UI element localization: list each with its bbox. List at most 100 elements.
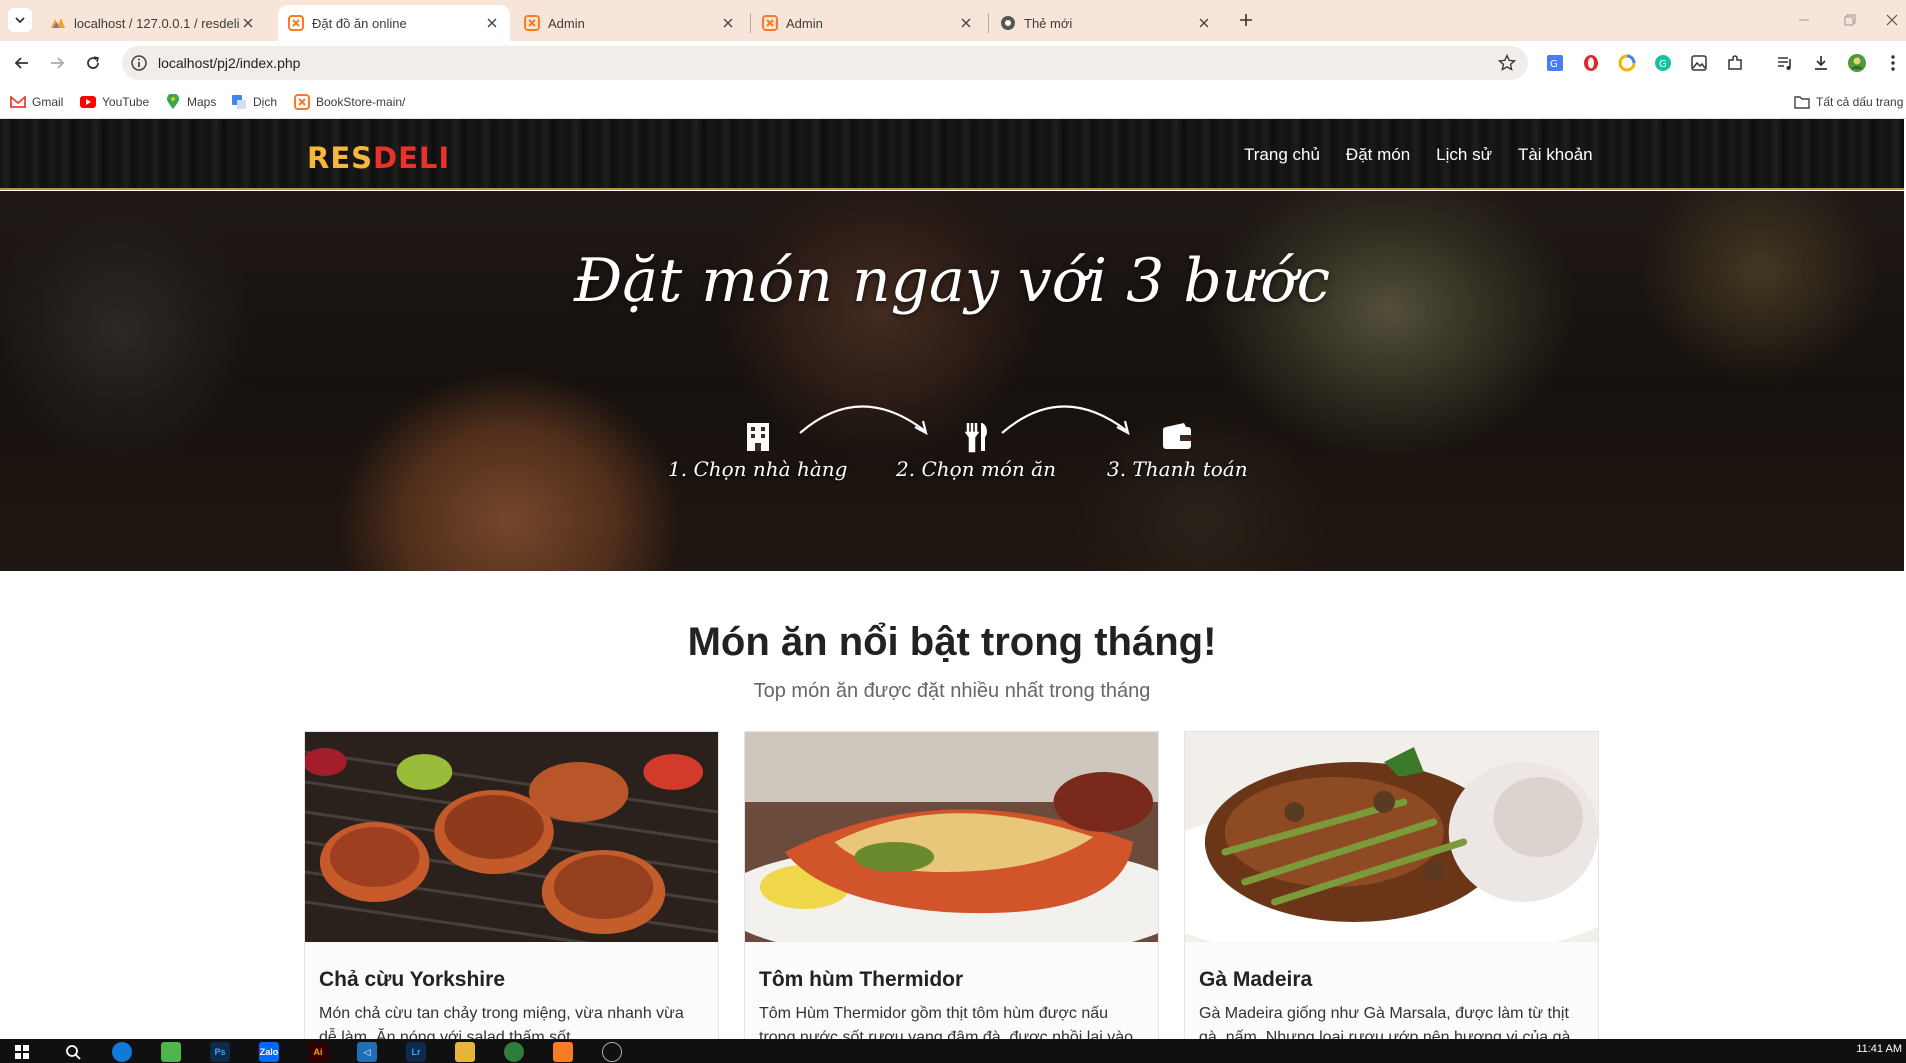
downloads-icon[interactable]	[1811, 53, 1831, 73]
forward-button[interactable]	[45, 51, 69, 75]
illustrator-icon[interactable]: Ai	[308, 1042, 328, 1062]
bookmark-star-icon[interactable]	[1498, 54, 1516, 72]
close-tab-button[interactable]	[720, 15, 736, 31]
close-icon	[961, 18, 971, 28]
back-button[interactable]	[10, 51, 34, 75]
address-bar[interactable]: localhost/pj2/index.php	[122, 46, 1528, 80]
dish-name: Gà Madeira	[1199, 968, 1313, 991]
arrow-right-icon	[51, 57, 65, 69]
translate-icon	[231, 94, 247, 110]
more-menu-icon[interactable]	[1883, 53, 1903, 73]
tab-label: Admin	[548, 15, 585, 31]
utensils-icon	[964, 423, 987, 453]
nav-order-link[interactable]: Đặt món	[1346, 145, 1410, 165]
lightroom-icon[interactable]: Lr	[406, 1042, 426, 1062]
bookmark-bookstore[interactable]: BookStore-main/	[294, 93, 405, 111]
taskbar-clock[interactable]: 11:41 AM	[1856, 1043, 1902, 1055]
google-translate-extension-icon[interactable]: G	[1545, 53, 1565, 73]
tab-separator	[988, 13, 989, 33]
all-bookmarks-button[interactable]: Tất cả dấu trang	[1794, 93, 1903, 111]
chrome-icon	[1001, 16, 1015, 30]
tab-label: Đặt đồ ăn online	[312, 15, 407, 31]
site-info-icon[interactable]	[130, 54, 148, 72]
reload-icon	[87, 56, 99, 69]
windows-start-icon[interactable]	[12, 1042, 32, 1062]
bookmark-youtube[interactable]: YouTube	[80, 93, 149, 111]
windows-taskbar: Ps Zalo Ai ◁ Lr 11:41 AM	[0, 1039, 1906, 1063]
dish-card[interactable]: Chả cừu Yorkshire Món chả cừu tan chảy t…	[304, 731, 719, 1041]
tab-admin-1[interactable]: Admin	[514, 5, 746, 41]
restore-button[interactable]	[1840, 10, 1860, 30]
dish-description: Tôm Hùm Thermidor gồm thịt tôm hùm được …	[759, 1005, 1134, 1041]
step-payment: 3. Thanh toán	[1107, 421, 1248, 481]
nav-history-link[interactable]: Lịch sử	[1436, 145, 1492, 165]
vscode-icon[interactable]: ◁	[357, 1042, 377, 1062]
bookmarks-bar: Gmail YouTube Maps Dịch BookStore-main/ …	[0, 85, 1906, 119]
image-extension-icon[interactable]	[1689, 53, 1709, 73]
dish-description: Món chả cừu tan chảy trong miệng, vừa nh…	[319, 1005, 684, 1041]
featured-section-subtitle: Top món ăn được đặt nhiều nhất trong thá…	[753, 680, 1151, 702]
tab-phpmyadmin[interactable]: localhost / 127.0.0.1 / resdeli / ...	[40, 5, 266, 41]
new-tab-button[interactable]	[1234, 8, 1258, 32]
bookmark-label: YouTube	[102, 95, 150, 109]
dish-card[interactable]: Tôm hùm Thermidor Tôm Hùm Thermidor gồm …	[744, 731, 1159, 1041]
phpmyadmin-icon	[51, 18, 65, 28]
maps-icon	[165, 94, 181, 110]
dish-image[interactable]	[1185, 732, 1598, 962]
nav-home-link[interactable]: Trang chủ	[1244, 145, 1320, 165]
xampp-icon	[524, 15, 540, 31]
close-tab-button[interactable]	[484, 15, 500, 31]
clock-app-icon[interactable]	[602, 1042, 622, 1062]
close-tab-button[interactable]	[958, 15, 974, 31]
dish-description: Gà Madeira giống như Gà Marsala, được là…	[1199, 1005, 1571, 1041]
bookmark-maps[interactable]: Maps	[165, 93, 216, 111]
tab-search-button[interactable]	[8, 8, 32, 32]
reload-button[interactable]	[81, 51, 105, 75]
photoshop-icon[interactable]: Ps	[210, 1042, 230, 1062]
search-icon[interactable]	[63, 1042, 83, 1062]
nav-account-link[interactable]: Tài khoản	[1518, 145, 1593, 165]
dish-image[interactable]	[745, 732, 1158, 962]
extensions-puzzle-icon[interactable]	[1725, 53, 1745, 73]
bookmark-label: Maps	[187, 95, 217, 109]
close-tab-button[interactable]	[1196, 15, 1212, 31]
plus-icon	[1240, 14, 1252, 26]
svg-text:G: G	[1550, 59, 1558, 70]
zalo-icon[interactable]: Zalo	[259, 1042, 279, 1062]
dish-image[interactable]	[305, 732, 718, 964]
opera-extension-icon[interactable]	[1581, 53, 1601, 73]
close-icon	[723, 18, 733, 28]
edge-icon[interactable]	[112, 1042, 132, 1062]
building-icon	[746, 423, 769, 451]
bookmark-label: BookStore-main/	[316, 95, 406, 109]
media-control-icon[interactable]	[1775, 53, 1795, 73]
wallet-icon	[1163, 423, 1192, 449]
tab-admin-2[interactable]: Admin	[752, 5, 984, 41]
tab-dat-do-an-online[interactable]: Đặt đồ ăn online	[278, 5, 510, 41]
xampp-icon[interactable]	[553, 1042, 573, 1062]
arrow-left-icon	[14, 57, 28, 69]
chrome-icon[interactable]	[504, 1042, 524, 1062]
bookmark-gmail[interactable]: Gmail	[10, 93, 63, 111]
color-extension-icon[interactable]	[1617, 53, 1637, 73]
xampp-icon	[294, 94, 310, 110]
bookmark-label: Dịch	[253, 95, 278, 109]
close-window-button[interactable]	[1882, 10, 1902, 30]
dish-card[interactable]: Gà Madeira Gà Madeira giống như Gà Marsa…	[1184, 731, 1599, 1041]
minimize-button[interactable]	[1794, 10, 1814, 30]
site-logo[interactable]: RESDELI	[307, 141, 450, 175]
tab-separator	[750, 13, 751, 33]
file-explorer-icon[interactable]	[455, 1042, 475, 1062]
tab-the-moi[interactable]: Thẻ mới	[990, 5, 1222, 41]
close-icon	[1886, 14, 1898, 26]
chevron-down-icon	[15, 17, 25, 24]
close-icon	[1199, 18, 1209, 28]
grammarly-extension-icon[interactable]: G	[1653, 53, 1673, 73]
close-tab-button[interactable]	[240, 15, 256, 31]
bookmark-translate[interactable]: Dịch	[231, 93, 277, 111]
featured-section-title: Món ăn nổi bật trong tháng!	[687, 620, 1217, 664]
url-text[interactable]: localhost/pj2/index.php	[158, 55, 300, 71]
profile-avatar-icon[interactable]	[1847, 53, 1867, 73]
all-bookmarks-label: Tất cả dấu trang	[1816, 95, 1904, 109]
app-icon[interactable]	[161, 1042, 181, 1062]
